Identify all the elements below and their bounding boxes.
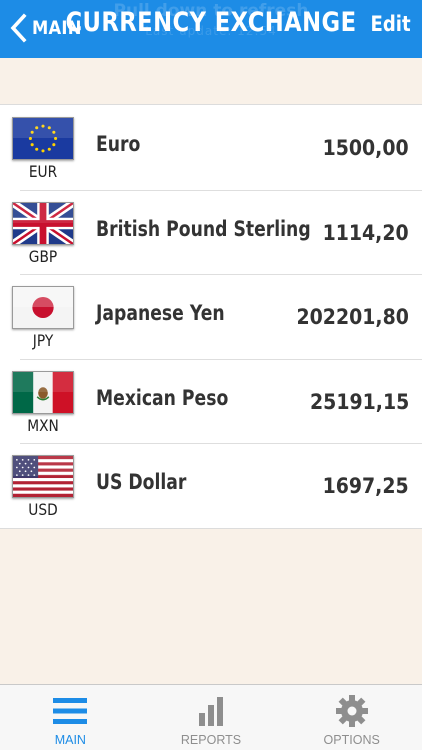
currency-row-gbp[interactable]: GBP British Pound Sterling 1114,20: [0, 189, 422, 275]
tab-label: MAIN: [54, 733, 86, 747]
currency-code: USD: [28, 500, 58, 520]
currency-value: 1697,25: [322, 474, 409, 499]
japan-flag-icon: [12, 286, 74, 330]
currency-name: US Dollar: [96, 470, 187, 495]
gear-icon: [335, 695, 368, 727]
currency-value: 25191,15: [309, 389, 409, 414]
bar-chart-icon: [199, 697, 223, 726]
currency-value: 1500,00: [322, 136, 409, 160]
currency-value: 202201,80: [296, 305, 409, 330]
tab-main[interactable]: MAIN: [0, 685, 141, 750]
currency-name: British Pound Sterling: [96, 216, 311, 241]
mexico-flag-icon: [12, 370, 74, 414]
tab-bar: MAIN REPORTS OPTIONS: [0, 684, 422, 750]
currency-code: GBP: [28, 246, 58, 266]
currency-row-usd[interactable]: USD US Dollar 1697,25: [0, 443, 422, 528]
tab-options[interactable]: OPTIONS: [281, 685, 422, 750]
currency-name: Euro: [96, 132, 141, 156]
currency-row-eur[interactable]: EUR Euro 1500,00: [0, 105, 422, 190]
currency-code: MXN: [27, 415, 59, 435]
currency-code: EUR: [28, 162, 58, 181]
navigation-bar: Pull down to refresh Last update: 12:54 …: [0, 0, 422, 58]
currency-name: Mexican Peso: [96, 385, 229, 410]
currency-row-mxn[interactable]: MXN Mexican Peso 25191,15: [0, 358, 422, 444]
currency-row-jpy[interactable]: JPY Japanese Yen 202201,80: [0, 274, 422, 359]
menu-icon: [53, 698, 88, 724]
currency-code: JPY: [32, 331, 54, 351]
edit-button[interactable]: Edit: [371, 12, 411, 36]
tab-reports[interactable]: REPORTS: [141, 685, 282, 750]
uk-flag-icon: [12, 201, 74, 245]
eu-flag-icon: [12, 117, 74, 160]
currency-list: EUR Euro 1500,00 GBP British Pound Sterl…: [0, 104, 422, 529]
tab-label: OPTIONS: [323, 733, 380, 747]
currency-name: Japanese Yen: [96, 301, 225, 326]
tab-label: REPORTS: [180, 733, 242, 747]
page-title: CURRENCY EXCHANGE: [65, 7, 357, 38]
currency-value: 1114,20: [322, 220, 409, 245]
chevron-left-icon: [10, 13, 27, 43]
us-flag-icon: [12, 455, 74, 499]
